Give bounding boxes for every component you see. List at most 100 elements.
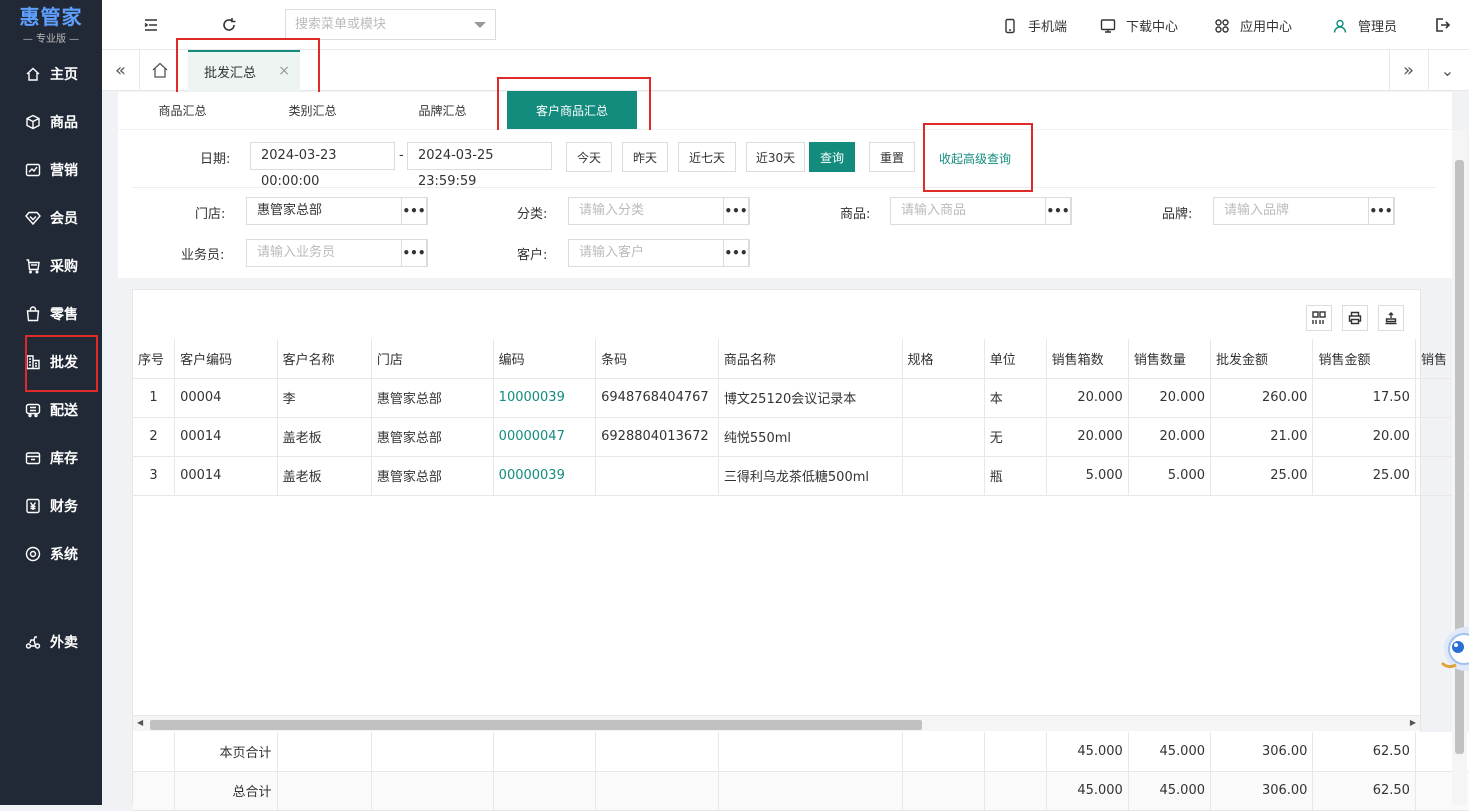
product-code-link[interactable]: 00000047 [493, 417, 597, 457]
sidebar-item-home[interactable]: 主页 [0, 54, 102, 94]
column-header[interactable]: 规格 [902, 339, 985, 379]
sidebar-item-wholesale[interactable]: 批发 [0, 342, 102, 382]
table-row[interactable]: 2 00014 盖老板 惠管家总部 00000047 6928804013672 纯悦550… [133, 417, 1469, 457]
salesman-placeholder: 请输入业务员 [257, 245, 336, 260]
menu-search-input[interactable]: 搜索菜单或模块 [285, 9, 496, 40]
sidebar-item-finance[interactable]: 财务 [0, 486, 102, 526]
product-input[interactable]: 请输入商品 ••• [890, 197, 1072, 225]
sidebar-item-delivery[interactable]: 配送 [0, 390, 102, 430]
app-center-link[interactable]: 应用中心 [1214, 16, 1292, 35]
export-icon[interactable] [1378, 305, 1404, 331]
customer-input[interactable]: 请输入客户 ••• [568, 239, 750, 267]
last-7-days-button[interactable]: 近七天 [678, 142, 736, 172]
category-picker-button[interactable]: ••• [723, 197, 749, 225]
admin-menu[interactable]: 管理员 [1332, 16, 1397, 35]
scroll-left-arrow[interactable]: ◀ [137, 718, 143, 727]
column-header[interactable]: 销售箱数 [1046, 339, 1129, 379]
table-cell: 李 [277, 378, 372, 418]
sidebar-item-products[interactable]: 商品 [0, 102, 102, 142]
menu-toggle-icon[interactable] [142, 16, 160, 34]
data-table: 序号 客户编码 客户名称 门店 编码 条码 商品名称 规格 单位 销售箱数 销售… [133, 339, 1469, 496]
tab-wholesale-summary[interactable]: 批发汇总 × [188, 50, 300, 91]
mobile-link[interactable]: 手机端 [1002, 16, 1067, 35]
product-label: 商品: [840, 207, 871, 222]
horizontal-scrollbar[interactable]: ◀ ▶ [133, 715, 1420, 731]
last-30-days-button[interactable]: 近30天 [746, 142, 805, 172]
date-label: 日期: [200, 152, 231, 167]
column-header[interactable]: 客户名称 [277, 339, 372, 379]
column-header[interactable]: 客户编码 [174, 339, 278, 379]
category-input[interactable]: 请输入分类 ••• [568, 197, 750, 225]
customer-placeholder: 请输入客户 [579, 245, 645, 260]
sidebar-item-label: 配送 [50, 403, 78, 419]
salesman-picker-button[interactable]: ••• [401, 239, 427, 267]
column-settings-icon[interactable] [1306, 305, 1332, 331]
column-header[interactable]: 销售数量 [1128, 339, 1212, 379]
sidebar-item-label: 主页 [50, 67, 78, 83]
tab-close-icon[interactable]: × [278, 63, 290, 79]
column-header[interactable]: 序号 [133, 339, 176, 379]
tabs-dropdown[interactable]: ⌄ [1428, 50, 1466, 91]
column-header[interactable]: 商品名称 [718, 339, 903, 379]
column-header[interactable]: 门店 [371, 339, 494, 379]
table-cell: 1 [133, 378, 176, 418]
column-header[interactable]: 单位 [984, 339, 1047, 379]
query-button[interactable]: 查询 [809, 142, 855, 172]
scroll-right-arrow[interactable]: ▶ [1410, 718, 1416, 727]
sidebar-item-label: 批发 [50, 355, 78, 371]
date-end-input[interactable]: 2024-03-25 23:59:59 [407, 142, 552, 189]
sidebar-item-marketing[interactable]: 营销 [0, 150, 102, 190]
admin-label: 管理员 [1358, 20, 1398, 35]
salesman-input[interactable]: 请输入业务员 ••• [246, 239, 428, 267]
download-center-link[interactable]: 下载中心 [1100, 16, 1178, 35]
date-start-input[interactable]: 2024-03-23 00:00:00 [250, 142, 395, 189]
sidebar-item-inventory[interactable]: 库存 [0, 438, 102, 478]
store-picker-button[interactable]: ••• [401, 197, 427, 225]
column-header[interactable]: 条码 [595, 339, 719, 379]
subtab-category-summary[interactable]: 类别汇总 [270, 92, 355, 128]
product-code-link[interactable]: 10000039 [493, 378, 597, 418]
subtab-customer-product-summary[interactable]: 客户商品汇总 [507, 91, 637, 129]
tabs-scroll-right[interactable]: » [1389, 50, 1427, 91]
table-cell: 惠管家总部 [371, 378, 494, 418]
logo: 惠管家 — 专业版 — [0, 0, 102, 50]
subtab-brand-summary[interactable]: 品牌汇总 [400, 92, 485, 128]
scrollbar-thumb[interactable] [150, 720, 922, 730]
column-header[interactable]: 销售金额 [1312, 339, 1416, 379]
table-cell: 25.00 [1312, 456, 1416, 496]
store-input[interactable]: 惠管家总部 ••• [246, 197, 428, 225]
bag-icon [24, 305, 42, 323]
sidebar-item-purchase[interactable]: 采购 [0, 246, 102, 286]
brand-picker-button[interactable]: ••• [1368, 197, 1394, 225]
subtab-product-summary[interactable]: 商品汇总 [140, 92, 225, 128]
table-cell [595, 456, 719, 496]
table-cell: 无 [984, 417, 1047, 457]
home-tab-icon[interactable] [150, 60, 170, 80]
column-header[interactable]: 批发金额 [1210, 339, 1314, 379]
product-placeholder: 请输入商品 [901, 203, 967, 218]
brand-label: 品牌: [1162, 207, 1193, 222]
brand-input[interactable]: 请输入品牌 ••• [1213, 197, 1395, 225]
table-row[interactable]: 3 00014 盖老板 惠管家总部 00000039 三得利乌龙茶低糖500ml 瓶 5.00… [133, 456, 1469, 496]
customer-picker-button[interactable]: ••• [723, 239, 749, 267]
sidebar-item-members[interactable]: 会员 [0, 198, 102, 238]
collapse-advanced-search-link[interactable]: 收起高级查询 [939, 150, 1011, 167]
refresh-icon[interactable] [220, 16, 238, 34]
product-code-link[interactable]: 00000039 [493, 456, 597, 496]
sidebar-item-retail[interactable]: 零售 [0, 294, 102, 334]
today-button[interactable]: 今天 [566, 142, 612, 172]
sidebar-item-takeout[interactable]: 外卖 [0, 622, 102, 662]
logout-icon[interactable] [1434, 16, 1452, 34]
store-label: 门店: [195, 207, 226, 222]
product-picker-button[interactable]: ••• [1045, 197, 1071, 225]
vertical-scrollbar[interactable] [1452, 130, 1467, 805]
print-icon[interactable] [1342, 305, 1368, 331]
assistant-robot-icon[interactable] [1436, 613, 1469, 683]
column-header[interactable]: 编码 [493, 339, 597, 379]
sidebar-item-system[interactable]: 系统 [0, 534, 102, 574]
reset-button[interactable]: 重置 [869, 142, 915, 172]
mobile-label: 手机端 [1028, 20, 1068, 35]
table-row[interactable]: 1 00004 李惠管家总部 10000039 6948768404767 博文25120… [133, 378, 1469, 418]
yesterday-button[interactable]: 昨天 [622, 142, 668, 172]
tabs-scroll-left[interactable]: « [102, 50, 140, 91]
